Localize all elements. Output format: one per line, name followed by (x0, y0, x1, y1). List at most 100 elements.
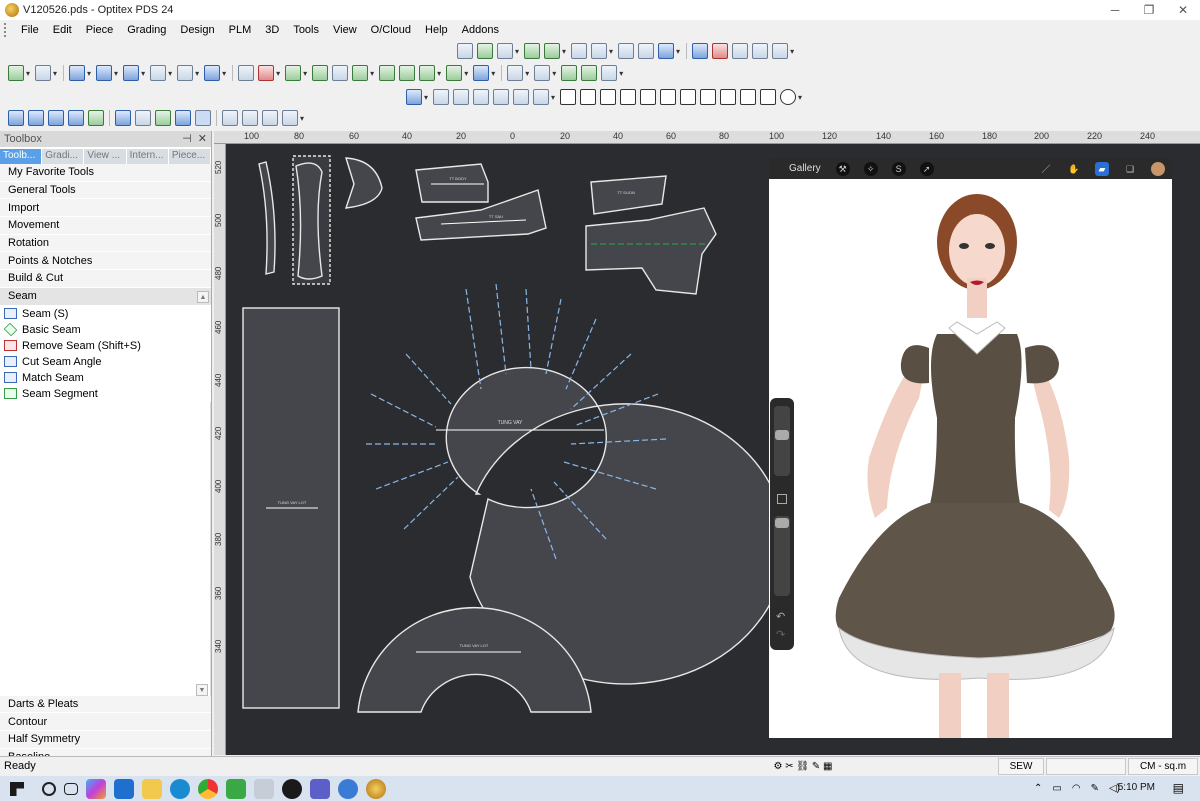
menu-grading[interactable]: Grading (120, 24, 173, 36)
menu-plm[interactable]: PLM (222, 24, 259, 36)
page-stack-icon[interactable] (242, 110, 258, 126)
wifi-icon[interactable]: ◠ (1072, 783, 1081, 794)
axis-icon[interactable] (35, 65, 52, 81)
tool-cut-seam-angle[interactable]: Cut Seam Angle (0, 354, 211, 370)
pen-icon[interactable]: ✎ (1091, 783, 1099, 794)
fold-icon[interactable] (446, 65, 463, 81)
curve-a-icon[interactable] (433, 89, 450, 105)
text-icon[interactable] (150, 65, 167, 81)
category-favorite-tools[interactable]: My Favorite Tools (0, 164, 211, 182)
store-icon[interactable] (114, 778, 134, 799)
window-icon[interactable] (175, 110, 191, 126)
file-explorer-icon[interactable] (142, 778, 162, 799)
mirror-icon[interactable] (419, 65, 436, 81)
page-fold-icon[interactable] (262, 110, 278, 126)
diamond-icon[interactable] (620, 89, 637, 105)
category-build-cut[interactable]: Build & Cut (0, 270, 211, 288)
wrench-icon[interactable]: ⚒ (835, 161, 850, 176)
tab-grading[interactable]: Gradi... (42, 149, 85, 164)
app-grid-icon[interactable] (254, 778, 274, 799)
tool-seam-segment[interactable]: Seam Segment (0, 386, 211, 402)
list-icon[interactable] (68, 110, 84, 126)
category-darts-pleats[interactable]: Darts & Pleats (0, 695, 211, 714)
grid-icon[interactable] (332, 65, 349, 81)
page-edit-icon[interactable] (282, 110, 298, 126)
hexagon-icon[interactable] (740, 89, 757, 105)
node-move-icon[interactable] (285, 65, 302, 81)
piece-add-icon[interactable] (581, 65, 598, 81)
chrome-icon[interactable] (198, 778, 218, 799)
menu-edit[interactable]: Edit (46, 24, 79, 36)
table-icon[interactable] (8, 110, 24, 126)
tab-toolbox[interactable]: Toolb... (0, 149, 43, 164)
arrow-down-icon[interactable] (69, 65, 86, 81)
bluetooth-app-icon[interactable] (338, 778, 358, 799)
wave-icon[interactable] (204, 65, 221, 81)
cross-icon[interactable] (591, 43, 608, 59)
dark-app-icon[interactable] (282, 778, 302, 799)
pin-icon[interactable] (258, 65, 275, 81)
tool-remove-seam[interactable]: Remove Seam (Shift+S) (0, 338, 211, 354)
curve-b-icon[interactable] (453, 89, 470, 105)
tool-basic-seam[interactable]: Basic Seam (0, 322, 211, 338)
menu-piece[interactable]: Piece (79, 24, 121, 36)
tab-view[interactable]: View ... (84, 149, 127, 164)
color-swatch-icon[interactable] (1151, 161, 1165, 176)
eraser-icon[interactable]: ▰ (1095, 161, 1109, 176)
tray-chevron-icon[interactable]: ⌃ (1034, 783, 1042, 794)
circle-shape-icon[interactable] (780, 89, 797, 105)
play-icon[interactable] (473, 65, 490, 81)
category-movement[interactable]: Movement (0, 217, 211, 235)
notification-icon[interactable]: ▤ (1173, 781, 1184, 795)
menu-addons[interactable]: Addons (455, 24, 506, 36)
refresh-icon[interactable] (379, 65, 396, 81)
pin-panel-icon[interactable]: ⊣ (182, 133, 192, 145)
menu-file[interactable]: File (14, 24, 46, 36)
pleat-icon[interactable] (692, 43, 709, 59)
undo-icon[interactable]: ↶ (776, 610, 785, 623)
notch-icon[interactable] (571, 43, 588, 59)
redo-icon[interactable]: ↷ (776, 628, 785, 641)
rhombus-icon[interactable] (660, 89, 677, 105)
point-icon[interactable] (8, 65, 24, 81)
menu-ocloud[interactable]: O/Cloud (364, 24, 418, 36)
trash-icon[interactable] (238, 65, 255, 81)
sew-icon[interactable] (561, 65, 578, 81)
category-contour[interactable]: Contour (0, 713, 211, 731)
brush-size-handle[interactable] (775, 430, 789, 440)
piece-copy-icon[interactable] (638, 43, 655, 59)
globe-icon[interactable] (658, 43, 675, 59)
category-points-notches[interactable]: Points & Notches (0, 252, 211, 271)
curve-c-icon[interactable] (473, 89, 490, 105)
copilot-icon[interactable] (86, 778, 106, 799)
layers-icon[interactable]: ❏ (1123, 162, 1137, 176)
clock[interactable]: 5:10 PM (1118, 782, 1155, 793)
calc-icon[interactable] (88, 110, 104, 126)
curve-icon[interactable] (544, 43, 561, 59)
category-half-symmetry[interactable]: Half Symmetry (0, 730, 211, 749)
smudge-icon[interactable]: ✋ (1067, 162, 1081, 176)
scroll-down-button[interactable]: ▼ (196, 683, 208, 696)
brush-size-slider[interactable] (774, 406, 790, 476)
kite-icon[interactable] (640, 89, 657, 105)
measure-table-icon[interactable] (195, 110, 211, 126)
tool-match-seam[interactable]: Match Seam (0, 370, 211, 386)
frame-icon[interactable] (507, 65, 524, 81)
menu-design[interactable]: Design (173, 24, 221, 36)
transform-icon[interactable]: ➚ (919, 161, 934, 176)
sheet-icon[interactable] (28, 110, 44, 126)
category-import[interactable]: Import (0, 199, 211, 218)
category-rotation[interactable]: Rotation (0, 234, 211, 253)
trapezoid-icon[interactable] (600, 89, 617, 105)
rectangle-icon[interactable] (560, 89, 577, 105)
right-triangle-icon[interactable] (700, 89, 717, 105)
triangle-icon[interactable] (680, 89, 697, 105)
category-general-tools[interactable]: General Tools (0, 181, 211, 200)
fill-icon[interactable] (477, 43, 493, 59)
task-view-icon[interactable] (64, 782, 78, 795)
tab-piece[interactable]: Piece... (168, 149, 212, 164)
ruler-tool-icon[interactable] (712, 43, 729, 59)
spreadsheet-icon[interactable] (48, 110, 64, 126)
octagon-icon[interactable] (760, 89, 777, 105)
piece-icon[interactable] (155, 110, 171, 126)
